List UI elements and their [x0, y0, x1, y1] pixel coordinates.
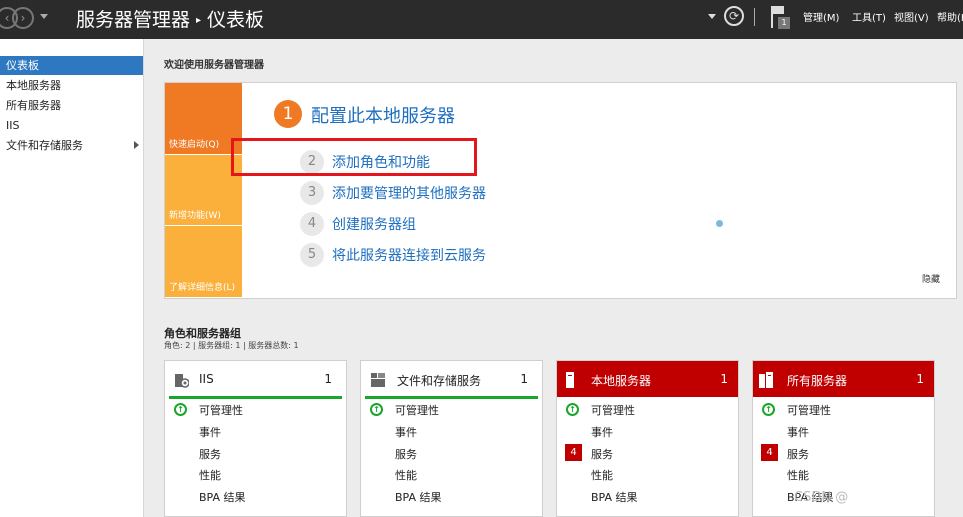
menu-tools[interactable]: 工具(T) [852, 9, 886, 24]
services-alert-badge[interactable]: 4 [565, 444, 582, 461]
menu-view[interactable]: 视图(V) [894, 9, 929, 24]
expand-arrow-icon[interactable] [134, 141, 139, 149]
tile-count: 1 [324, 372, 332, 386]
menu-manage[interactable]: 管理(M) [803, 9, 839, 24]
refresh-icon[interactable]: ⟳ [724, 6, 744, 26]
step-4-number: 4 [300, 212, 324, 236]
manageability-ok-icon: ↑ [174, 403, 187, 416]
menu-help[interactable]: 帮助(H [937, 9, 963, 24]
manageability-ok-icon: ↑ [762, 403, 775, 416]
forward-button[interactable]: › [12, 7, 34, 29]
tile-name: IIS [199, 372, 214, 386]
step-1-link[interactable]: 配置此本地服务器 [311, 102, 455, 128]
sidebar-item-iis[interactable]: IIS [0, 116, 143, 135]
toolbar-divider [754, 8, 755, 26]
step-3-link[interactable]: 添加要管理的其他服务器 [332, 183, 486, 203]
role-tile-iis[interactable]: IIS 1 ↑ 可管理性 事件 服务 性能 BPA 结果 [164, 360, 347, 517]
tab-label: 了解详细信息(L) [169, 283, 236, 293]
sidebar-item-file-storage[interactable]: 文件和存储服务 [0, 136, 143, 155]
roles-section-title: 角色和服务器组 [164, 327, 241, 340]
title-bar: ‹ › 服务器管理器 ▸ 仪表板 ⟳ 1 管理(M) 工具(T) 视图(V) 帮助(… [0, 0, 963, 39]
quick-start-panel: 快速启动(Q) 新增功能(W) 了解详细信息(L) 1 配置此本地服务器 2 添… [164, 82, 957, 299]
manageability-ok-icon: ↑ [566, 403, 579, 416]
server-icon [566, 372, 574, 388]
notification-count: 1 [778, 17, 790, 29]
tab-learn-more[interactable]: 了解详细信息(L) [165, 226, 242, 297]
hide-link[interactable]: 隐藏 [922, 272, 940, 285]
loading-indicator [716, 220, 723, 227]
tile-row-performance[interactable]: 性能 [787, 467, 809, 483]
tile-name: 本地服务器 [591, 374, 652, 388]
tile-row-events[interactable]: 事件 [787, 424, 809, 440]
tile-row-services[interactable]: 服务 [199, 446, 221, 462]
tile-row-bpa[interactable]: BPA 结果 [395, 489, 442, 505]
page-title: 服务器管理器 ▸ 仪表板 [76, 5, 264, 32]
tile-header[interactable]: 文件和存储服务 1 [365, 361, 538, 399]
tile-count: 1 [720, 372, 728, 386]
history-dropdown-icon[interactable] [40, 14, 48, 19]
tile-row-bpa[interactable]: BPA 结果 [591, 489, 638, 505]
file-storage-icon [371, 373, 385, 387]
step-5-link[interactable]: 将此服务器连接到云服务 [332, 245, 486, 265]
tile-row-services[interactable]: 服务 [591, 446, 613, 462]
sidebar-item-dashboard[interactable]: 仪表板 [0, 56, 143, 75]
step-5-number: 5 [300, 243, 324, 267]
tile-header[interactable]: 所有服务器 1 [753, 361, 934, 397]
sidebar-item-all-servers[interactable]: 所有服务器 [0, 96, 143, 115]
tile-row-manageability[interactable]: 可管理性 [787, 402, 831, 418]
sidebar-item-local-server[interactable]: 本地服务器 [0, 76, 143, 95]
roles-summary: 角色: 2 | 服务器组: 1 | 服务器总数: 1 [164, 341, 299, 350]
step-3-number: 3 [300, 181, 324, 205]
tile-row-manageability[interactable]: 可管理性 [395, 402, 439, 418]
tile-row-performance[interactable]: 性能 [199, 467, 221, 483]
step-1-number: 1 [274, 100, 302, 128]
app-title: 服务器管理器 [76, 9, 191, 31]
tile-header[interactable]: 本地服务器 1 [557, 361, 738, 397]
role-tile-file-storage[interactable]: 文件和存储服务 1 ↑ 可管理性 事件 服务 性能 BPA 结果 [360, 360, 543, 517]
tile-count: 1 [520, 372, 528, 386]
sidebar-item-label: 文件和存储服务 [6, 139, 83, 152]
sidebar: 仪表板 本地服务器 所有服务器 IIS 文件和存储服务 [0, 39, 144, 517]
tile-row-manageability[interactable]: 可管理性 [199, 402, 243, 418]
role-tile-local-server[interactable]: 本地服务器 1 ↑ 可管理性 事件 4 服务 性能 BPA 结果 [556, 360, 739, 517]
tile-row-bpa[interactable]: BPA 结果 [199, 489, 246, 505]
tile-row-performance[interactable]: 性能 [591, 467, 613, 483]
services-alert-badge[interactable]: 4 [761, 444, 778, 461]
tile-row-performance[interactable]: 性能 [395, 467, 417, 483]
tab-label: 快速启动(Q) [169, 140, 220, 150]
watermark: CSDN @ [794, 490, 849, 505]
title-dropdown-icon[interactable] [708, 14, 716, 19]
tile-row-events[interactable]: 事件 [199, 424, 221, 440]
notifications-flag-icon[interactable]: 1 [769, 4, 790, 30]
breadcrumb-page: 仪表板 [207, 9, 265, 31]
tile-row-manageability[interactable]: 可管理性 [591, 402, 635, 418]
step-4-link[interactable]: 创建服务器组 [332, 214, 416, 234]
tile-row-services[interactable]: 服务 [395, 446, 417, 462]
highlight-annotation [231, 138, 477, 176]
iis-server-icon [175, 374, 189, 388]
tile-header[interactable]: IIS 1 [169, 361, 342, 399]
tile-name: 所有服务器 [787, 374, 848, 388]
tile-row-services[interactable]: 服务 [787, 446, 809, 462]
tile-count: 1 [916, 372, 924, 386]
manageability-ok-icon: ↑ [370, 403, 383, 416]
breadcrumb-separator: ▸ [196, 15, 202, 26]
tab-label: 新增功能(W) [169, 211, 221, 221]
tile-name: 文件和存储服务 [397, 374, 482, 388]
tile-row-events[interactable]: 事件 [591, 424, 613, 440]
servers-icon [759, 372, 773, 388]
tile-row-events[interactable]: 事件 [395, 424, 417, 440]
welcome-title: 欢迎使用服务器管理器 [164, 60, 264, 71]
